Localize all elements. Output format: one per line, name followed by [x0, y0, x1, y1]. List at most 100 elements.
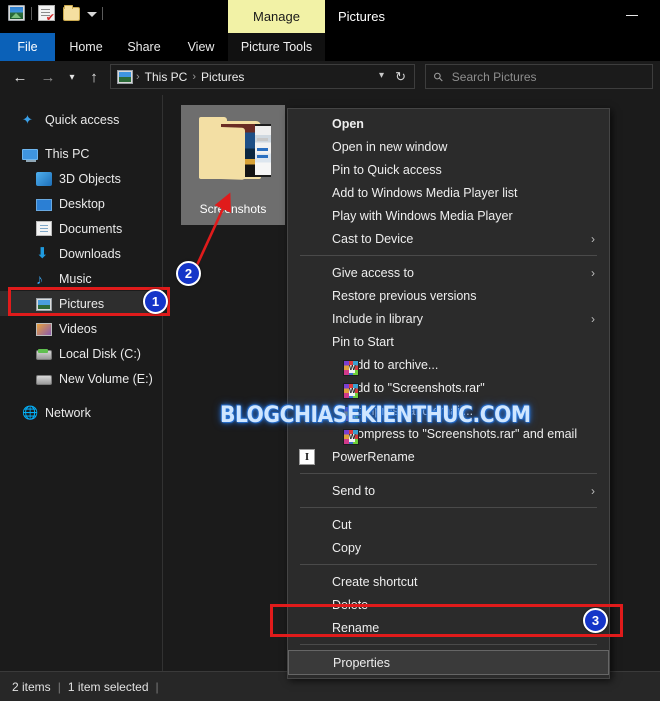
sidebar-item-downloads[interactable]: ⬇ Downloads — [0, 241, 162, 266]
computer-icon — [22, 148, 38, 162]
sidebar-item-this-pc[interactable]: This PC — [0, 141, 162, 166]
winrar-icon: W — [343, 429, 359, 445]
breadcrumb-pictures[interactable]: Pictures — [199, 70, 246, 84]
menu-item-send-to[interactable]: Send to › — [288, 479, 609, 502]
recent-locations-button[interactable]: ▾ — [60, 65, 84, 89]
chevron-right-icon: › — [591, 265, 595, 280]
menu-item-create-shortcut[interactable]: Create shortcut — [288, 570, 609, 593]
forward-button[interactable]: → — [36, 65, 60, 89]
tab-picture-tools[interactable]: Picture Tools — [228, 33, 325, 61]
status-divider-2: | — [155, 679, 159, 694]
picture-properties-icon[interactable] — [8, 5, 25, 21]
menu-item-cast-to-device[interactable]: Cast to Device › — [288, 227, 609, 250]
back-button[interactable]: ← — [8, 65, 32, 89]
status-item-count: 2 items — [12, 679, 51, 694]
menu-item-label: Copy — [332, 540, 362, 555]
new-folder-icon[interactable] — [63, 4, 80, 21]
menu-item-pin-to-start[interactable]: Pin to Start — [288, 330, 609, 353]
sidebar-item-music[interactable]: ♪ Music — [0, 266, 162, 291]
menu-item-give-access-to[interactable]: Give access to › — [288, 261, 609, 284]
badge-number: 2 — [184, 266, 193, 281]
up-button[interactable]: ↑ — [82, 65, 106, 89]
breadcrumb-sep-1: › — [192, 70, 197, 83]
up-arrow-icon: ↑ — [90, 68, 98, 86]
sidebar-item-label: Documents — [59, 221, 123, 236]
window-title: Pictures — [338, 9, 385, 24]
winrar-icon: W — [343, 360, 359, 376]
menu-item-open-in-new-window[interactable]: Open in new window — [288, 135, 609, 158]
sidebar-item-label: Videos — [59, 321, 97, 336]
search-box[interactable]: ⚲ Search Pictures — [425, 64, 653, 89]
search-icon: ⚲ — [430, 68, 447, 85]
menu-item-add-to-archive[interactable]: W Add to archive... — [288, 353, 609, 376]
sidebar-item-label: Quick access — [45, 112, 120, 127]
properties-icon[interactable] — [38, 5, 55, 24]
menu-item-label: Cut — [332, 517, 352, 532]
menu-separator — [300, 473, 597, 474]
sidebar-item-new-volume-e[interactable]: New Volume (E:) — [0, 366, 162, 391]
customize-caret-icon[interactable] — [80, 10, 97, 17]
sidebar-item-quick-access[interactable]: ✦ Quick access — [0, 107, 162, 132]
refresh-icon[interactable]: ↻ — [395, 69, 406, 85]
sidebar-item-documents[interactable]: Documents — [0, 216, 162, 241]
menu-item-compress-to-rar-and-email[interactable]: W Compress to "Screenshots.rar" and emai… — [288, 422, 609, 445]
qat-divider-1 — [31, 6, 32, 20]
menu-item-properties[interactable]: Properties — [288, 650, 609, 675]
annotation-badge-1: 1 — [143, 289, 168, 314]
menu-item-compress-and-email[interactable]: W Compress and email... — [288, 399, 609, 422]
sidebar-item-local-disk-c[interactable]: Local Disk (C:) — [0, 341, 162, 366]
menu-separator — [300, 564, 597, 565]
sidebar-item-desktop[interactable]: Desktop — [0, 191, 162, 216]
menu-item-restore-previous-versions[interactable]: Restore previous versions — [288, 284, 609, 307]
sidebar-item-videos[interactable]: Videos — [0, 316, 162, 341]
annotation-badge-2: 2 — [176, 261, 201, 286]
address-dropdown-icon[interactable]: ▾ — [379, 70, 384, 81]
menu-item-add-to-screenshots-rar[interactable]: W Add to "Screenshots.rar" — [288, 376, 609, 399]
address-bar[interactable]: › This PC › Pictures ▾ ↻ — [110, 64, 415, 89]
menu-item-label: Add to Windows Media Player list — [332, 185, 518, 200]
search-placeholder: Search Pictures — [451, 69, 537, 84]
menu-separator — [300, 644, 597, 645]
menu-separator — [300, 507, 597, 508]
menu-item-open[interactable]: Open — [288, 112, 609, 135]
menu-separator — [300, 255, 597, 256]
menu-item-label: Cast to Device — [332, 231, 414, 246]
sidebar-item-network[interactable]: 🌐 Network — [0, 400, 162, 425]
menu-item-copy[interactable]: Copy — [288, 536, 609, 559]
tab-view[interactable]: View — [176, 33, 226, 61]
menu-item-add-to-wmp-list[interactable]: Add to Windows Media Player list — [288, 181, 609, 204]
tab-home[interactable]: Home — [60, 33, 112, 61]
tab-share[interactable]: Share — [116, 33, 172, 61]
videos-icon — [36, 322, 52, 336]
menu-item-include-in-library[interactable]: Include in library › — [288, 307, 609, 330]
menu-item-rename[interactable]: Rename — [288, 616, 609, 639]
context-menu[interactable]: Open Open in new window Pin to Quick acc… — [287, 108, 610, 679]
menu-item-label: Rename — [332, 620, 380, 635]
menu-item-label: Give access to — [332, 265, 414, 280]
navigation-pane: ✦ Quick access This PC 3D Objects Deskto… — [0, 95, 163, 671]
winrar-icon: W — [343, 383, 359, 399]
sidebar-item-3d-objects[interactable]: 3D Objects — [0, 166, 162, 191]
menu-item-pin-to-quick-access[interactable]: Pin to Quick access — [288, 158, 609, 181]
sidebar-item-label: This PC — [45, 146, 90, 161]
menu-item-label: Properties — [333, 655, 390, 670]
menu-item-label: Add to archive... — [348, 357, 439, 372]
menu-item-cut[interactable]: Cut — [288, 513, 609, 536]
menu-item-label: Send to — [332, 483, 376, 498]
minimize-button[interactable] — [624, 8, 640, 22]
qat-divider-2 — [102, 6, 103, 20]
title-bar: Manage Pictures — [0, 0, 660, 34]
quick-access-toolbar — [8, 4, 109, 24]
menu-item-delete[interactable]: Delete — [288, 593, 609, 616]
sidebar-item-label: Local Disk (C:) — [59, 346, 141, 361]
sidebar-item-label: Pictures — [59, 296, 105, 311]
tab-file[interactable]: File — [0, 33, 55, 61]
breadcrumb-this-pc[interactable]: This PC — [143, 70, 190, 84]
menu-item-powerrename[interactable]: I PowerRename — [288, 445, 609, 468]
sidebar-item-pictures[interactable]: Pictures — [0, 291, 162, 316]
manage-contextual-tab[interactable]: Manage — [228, 0, 325, 33]
menu-item-label: Play with Windows Media Player — [332, 208, 513, 223]
menu-item-play-with-wmp[interactable]: Play with Windows Media Player — [288, 204, 609, 227]
sidebar-item-label: Desktop — [59, 196, 105, 211]
disk-icon — [36, 349, 52, 360]
